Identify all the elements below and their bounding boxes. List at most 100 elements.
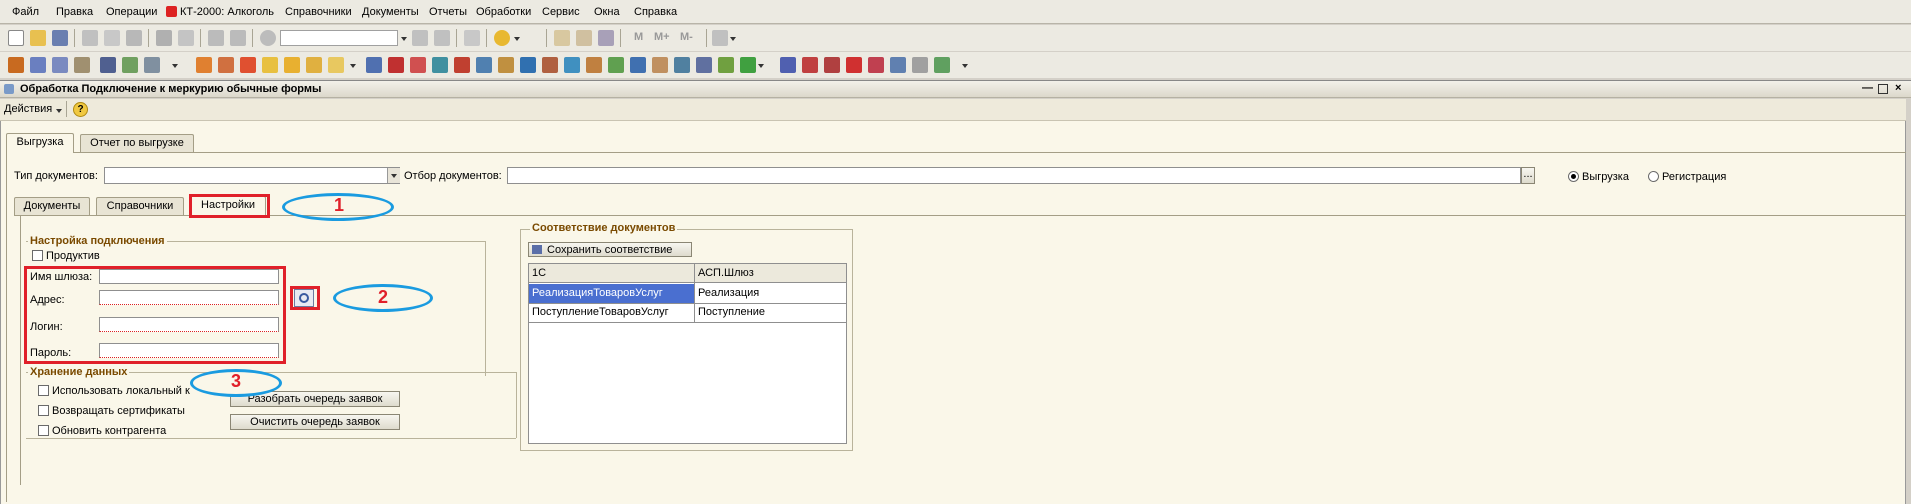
doc-type-field[interactable] bbox=[104, 167, 400, 184]
doc-tan-icon[interactable] bbox=[652, 57, 668, 73]
doc-slate-icon[interactable] bbox=[696, 57, 712, 73]
column-header-1c[interactable]: 1С bbox=[529, 265, 694, 281]
new-document-icon[interactable] bbox=[8, 30, 24, 46]
redo-icon[interactable] bbox=[230, 30, 246, 46]
doc-gold-icon[interactable] bbox=[498, 57, 514, 73]
calendar-icon[interactable] bbox=[576, 30, 592, 46]
heart-icon[interactable] bbox=[240, 57, 256, 73]
catalog-icon[interactable] bbox=[30, 57, 46, 73]
chevron-down-icon[interactable] bbox=[172, 64, 178, 68]
chevron-down-icon[interactable] bbox=[730, 37, 736, 41]
productive-checkbox[interactable] bbox=[32, 250, 43, 261]
coins-icon[interactable] bbox=[262, 57, 278, 73]
tools-icon[interactable] bbox=[712, 30, 728, 46]
copy-icon[interactable] bbox=[104, 30, 120, 46]
minimize-button[interactable]: — bbox=[1862, 82, 1873, 94]
search-icon[interactable] bbox=[260, 30, 276, 46]
memory-button[interactable]: M bbox=[634, 31, 643, 43]
menu-documents[interactable]: Документы bbox=[362, 6, 419, 18]
chart-icon[interactable] bbox=[144, 57, 160, 73]
card-icon[interactable] bbox=[890, 57, 906, 73]
user-red-icon[interactable] bbox=[802, 57, 818, 73]
money-stack-icon[interactable] bbox=[328, 57, 344, 73]
battery-icon[interactable] bbox=[740, 57, 756, 73]
table-cell[interactable]: Реализация bbox=[695, 285, 845, 301]
people-icon[interactable] bbox=[100, 57, 116, 73]
chevron-down-icon[interactable] bbox=[962, 64, 968, 68]
menu-directories[interactable]: Справочники bbox=[285, 6, 352, 18]
radio-registration[interactable] bbox=[1648, 171, 1659, 182]
doc-blue-b-icon[interactable] bbox=[630, 57, 646, 73]
menu-processing[interactable]: Обработки bbox=[476, 6, 531, 18]
chevron-down-icon[interactable] bbox=[758, 64, 764, 68]
menu-file[interactable]: Файл bbox=[12, 6, 39, 18]
cut-icon[interactable] bbox=[82, 30, 98, 46]
chevron-down-icon[interactable] bbox=[56, 109, 62, 113]
doc-green-icon[interactable] bbox=[608, 57, 624, 73]
undo-icon[interactable] bbox=[208, 30, 224, 46]
paste-icon[interactable] bbox=[126, 30, 142, 46]
windows-icon[interactable] bbox=[464, 30, 480, 46]
use-local-checkbox[interactable] bbox=[38, 385, 49, 396]
doc-filter-field[interactable] bbox=[507, 167, 1521, 184]
doc-grey-icon[interactable] bbox=[674, 57, 690, 73]
bottle-alt-icon[interactable] bbox=[218, 57, 234, 73]
user-blue-icon[interactable] bbox=[780, 57, 796, 73]
menu-service[interactable]: Сервис bbox=[542, 6, 580, 18]
actions-menu[interactable]: Действия bbox=[4, 103, 52, 115]
find-next-icon[interactable] bbox=[412, 30, 428, 46]
chevron-down-icon[interactable] bbox=[401, 37, 407, 41]
chevron-down-icon[interactable] bbox=[514, 37, 520, 41]
table-cell[interactable]: РеализацияТоваровУслуг bbox=[529, 285, 694, 301]
subtab-documents[interactable]: Документы bbox=[14, 197, 90, 215]
doc-brown-icon[interactable] bbox=[542, 57, 558, 73]
search-input[interactable] bbox=[280, 30, 398, 46]
clear-queue-button[interactable]: Очистить очередь заявок bbox=[230, 414, 400, 430]
preview-icon[interactable] bbox=[178, 30, 194, 46]
memory-minus-button[interactable]: M- bbox=[680, 31, 693, 43]
flag-alt-icon[interactable] bbox=[868, 57, 884, 73]
money-alt-icon[interactable] bbox=[306, 57, 322, 73]
menu-kt-alcohol[interactable]: КТ-2000: Алкоголь bbox=[180, 6, 274, 18]
export-icon[interactable] bbox=[934, 57, 950, 73]
doc-lime-icon[interactable] bbox=[718, 57, 734, 73]
restore-button[interactable] bbox=[1878, 84, 1888, 94]
list-icon[interactable] bbox=[912, 57, 928, 73]
close-button[interactable]: × bbox=[1895, 82, 1901, 94]
doc-light-icon[interactable] bbox=[564, 57, 580, 73]
calculator-icon[interactable] bbox=[554, 30, 570, 46]
column-header-gateway[interactable]: АСП.Шлюз bbox=[695, 265, 845, 281]
users-icon[interactable] bbox=[598, 30, 614, 46]
menu-windows[interactable]: Окна bbox=[594, 6, 620, 18]
bottle-icon[interactable] bbox=[196, 57, 212, 73]
table-cell[interactable]: Поступление bbox=[695, 304, 845, 320]
memory-plus-button[interactable]: M+ bbox=[654, 31, 670, 43]
book-icon[interactable] bbox=[8, 57, 24, 73]
info-icon[interactable] bbox=[494, 30, 510, 46]
doc-filter-browse-button[interactable]: ... bbox=[1521, 167, 1535, 184]
return-certs-checkbox[interactable] bbox=[38, 405, 49, 416]
doc-arrow-icon[interactable] bbox=[476, 57, 492, 73]
save-mapping-button[interactable]: Сохранить соответствие bbox=[528, 242, 692, 257]
doc-blue-icon[interactable] bbox=[366, 57, 382, 73]
tab-upload[interactable]: Выгрузка bbox=[6, 133, 74, 153]
doc-pink-icon[interactable] bbox=[410, 57, 426, 73]
menu-operations[interactable]: Операции bbox=[106, 6, 157, 18]
doc-orange-icon[interactable] bbox=[586, 57, 602, 73]
user-alt-icon[interactable] bbox=[824, 57, 840, 73]
chevron-down-icon[interactable] bbox=[350, 64, 356, 68]
update-contractor-checkbox[interactable] bbox=[38, 425, 49, 436]
menu-edit[interactable]: Правка bbox=[56, 6, 93, 18]
help-icon[interactable]: ? bbox=[73, 102, 88, 117]
register-icon[interactable] bbox=[52, 57, 68, 73]
print-icon[interactable] bbox=[156, 30, 172, 46]
doc-red-alt-icon[interactable] bbox=[454, 57, 470, 73]
table-cell[interactable]: ПоступлениеТоваровУслуг bbox=[529, 304, 694, 320]
doc-blue-alt-icon[interactable] bbox=[520, 57, 536, 73]
flag-icon[interactable] bbox=[846, 57, 862, 73]
table-icon[interactable] bbox=[122, 57, 138, 73]
doc-teal-icon[interactable] bbox=[432, 57, 448, 73]
radio-upload[interactable] bbox=[1568, 171, 1579, 182]
menu-reports[interactable]: Отчеты bbox=[429, 6, 467, 18]
money-icon[interactable] bbox=[284, 57, 300, 73]
